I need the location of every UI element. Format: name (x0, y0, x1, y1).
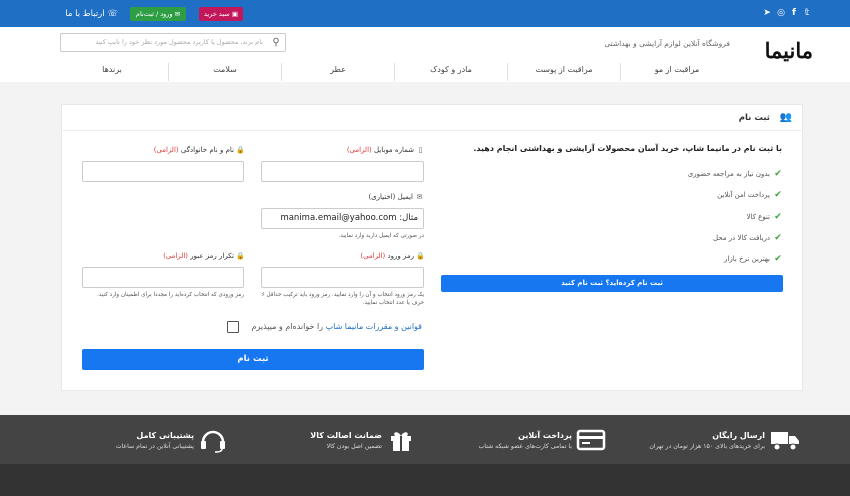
gift-icon (386, 427, 416, 453)
nav-divider (507, 63, 508, 81)
feature-title: پشتیبانی کامل (136, 431, 194, 440)
nav-brands[interactable]: برندها (57, 63, 167, 77)
feature-subtitle: پشتیبانی آنلاین در تمام ساعات (115, 443, 194, 450)
benefit-item: دریافت کالا در محل (713, 234, 770, 242)
fullname-input[interactable] (82, 161, 244, 182)
top-bar (0, 0, 850, 27)
email-value: مثال: manima.email@yahoo.com (280, 213, 418, 223)
nav-divider (620, 63, 621, 81)
check-icon: ✔ (774, 212, 782, 222)
feature-title: پرداخت آنلاین (518, 431, 572, 440)
feature-subtitle: با تمامی کارت‌های عضو شبکه شتاب (478, 443, 572, 450)
required-mark: (الزامی) (163, 252, 189, 260)
card-title: ثبت نام (738, 113, 770, 123)
lock-icon: 🔒 (416, 252, 425, 260)
required-mark: (الزامی) (153, 146, 179, 154)
required-mark: (الزامی) (346, 146, 372, 154)
benefit-item: تنوع کالا (746, 213, 770, 221)
mobile-label-text: شماره موبایل (373, 146, 414, 154)
site-logo[interactable]: مانیما (737, 38, 813, 64)
benefit-item: بدون نیاز به مراجعه حضوری (687, 170, 770, 178)
check-icon: ✔ (774, 169, 782, 179)
check-icon: ✔ (774, 190, 782, 200)
instagram-icon[interactable]: ◎ (776, 8, 786, 18)
nav-divider (281, 63, 282, 81)
password-label-text: رمز ورود (387, 252, 414, 260)
search-icon[interactable]: ⚲ (269, 34, 283, 51)
confirm-password-label: تکرار رمز عبور (الزامی) (110, 251, 234, 261)
search-box[interactable]: نام برند، محصول یا کاربرد محصول مورد نظر… (60, 33, 286, 52)
mail-icon: ✉ (416, 193, 423, 201)
twitter-icon[interactable]: 𝕥 (802, 8, 812, 18)
confirm-password-label-text: تکرار رمز عبور (190, 252, 234, 260)
user-icon: ✉ (174, 10, 181, 18)
email-input[interactable]: مثال: manima.email@yahoo.com (261, 208, 424, 229)
feature-subtitle: تضمین اصل بودن کالا (326, 443, 382, 450)
password-label: رمز ورود (الزامی) (300, 251, 414, 261)
benefits-title: با ثبت نام در مانیما شاپ، خرید آسان محصو… (473, 144, 782, 153)
cart-label: سبد خرید (204, 10, 230, 18)
feature-subtitle: برای خریدهای بالای ۱۵۰ هزار تومان در تهر… (649, 443, 765, 450)
check-icon: ✔ (774, 233, 782, 243)
feature-title: ارسال رایگان (712, 431, 765, 440)
nav-health[interactable]: سلامت (170, 63, 280, 77)
check-icon: ✔ (774, 254, 782, 264)
password-input[interactable] (261, 267, 424, 288)
terms-suffix: را خوانده‌ام و میپذیرم (251, 322, 326, 331)
mobile-input[interactable] (261, 161, 424, 182)
email-help: در صورتی که ایمیل دارید وارد نمایید. (338, 233, 425, 239)
nav-mother-child[interactable]: مادر و کودک (396, 63, 506, 77)
headset-icon (198, 427, 228, 453)
fullname-label-text: نام و نام خانوادگی (180, 146, 234, 154)
lock-icon: 🔒 (236, 146, 245, 154)
nav-divider (394, 63, 395, 81)
truck-icon (770, 427, 800, 453)
confirm-password-help: رمز ورودی که انتخاب کرده‌اید را مجددا بر… (97, 292, 244, 298)
fullname-label: نام و نام خانوادگی (الزامی) (110, 145, 234, 155)
email-label: ایمیل (اختیاری) (300, 192, 413, 202)
mobile-label: شماره موبایل (الزامی) (290, 145, 414, 155)
terms-checkbox[interactable] (227, 321, 239, 333)
terms-text: قوانین و مقررات مانیما شاپ را خوانده‌ام … (240, 321, 422, 333)
users-icon: 👥 (779, 112, 793, 123)
email-label-text: ایمیل (397, 193, 413, 201)
nav-divider (168, 63, 169, 81)
benefit-item: بهترین نرخ بازار (724, 255, 770, 263)
confirm-password-input[interactable] (82, 267, 244, 288)
terms-link[interactable]: قوانین و مقررات مانیما شاپ (326, 322, 422, 331)
feature-title: ضمانت اصالت کالا (310, 431, 382, 440)
register-submit-button[interactable]: ثبت نام (82, 349, 424, 370)
contact-us-label: ارتباط با ما (65, 9, 105, 19)
contact-us-link[interactable]: ☏ ارتباط با ما (60, 7, 118, 21)
card-header-divider (61, 130, 803, 131)
password-help: یک رمز ورود انتخاب و آن را وارد نمایید. … (261, 292, 424, 306)
login-register-button[interactable]: ورود / ثبت‌نام ✉ (130, 7, 186, 21)
nav-hair-care[interactable]: مراقبت از مو (622, 63, 732, 77)
nav-perfume[interactable]: عطر (283, 63, 393, 77)
footer-bottom (0, 464, 850, 496)
mobile-icon: ▯ (418, 146, 423, 154)
site-tagline: فروشگاه آنلاین لوازم آرایشی و بهداشتی (604, 39, 730, 48)
optional-mark: (اختیاری) (368, 193, 396, 201)
required-mark: (الزامی) (360, 252, 386, 260)
nav-skin-care[interactable]: مراقبت از پوست (509, 63, 619, 77)
cart-icon: ▣ (231, 10, 238, 18)
card-icon (576, 427, 606, 453)
cart-button[interactable]: سبد خرید ▣ (199, 7, 243, 21)
search-input[interactable]: نام برند، محصول یا کاربرد محصول مورد نظر… (61, 34, 267, 51)
phone-icon: ☏ (107, 9, 118, 19)
lock-icon: 🔒 (236, 252, 245, 260)
telegram-icon[interactable]: ➤ (762, 8, 772, 18)
benefit-item: پرداخت امن آنلاین (717, 191, 770, 199)
login-register-label: ورود / ثبت‌نام (135, 10, 173, 18)
facebook-icon[interactable]: f (789, 8, 799, 18)
already-registered-button[interactable]: ثبت نام کرده‌اید؟ ثبت نام کنید (441, 275, 783, 292)
